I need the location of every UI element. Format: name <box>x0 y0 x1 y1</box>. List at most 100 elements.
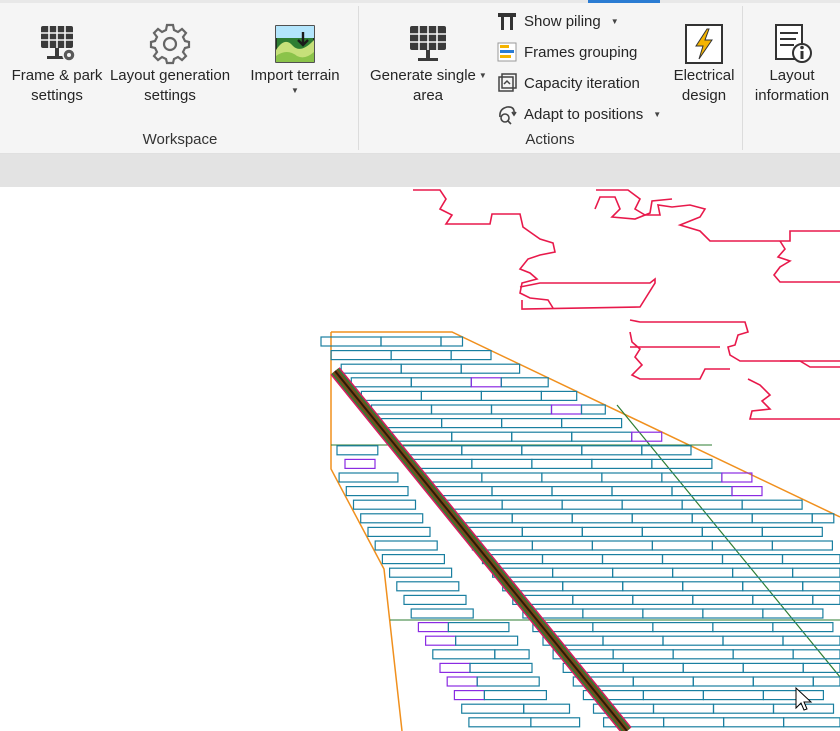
frame-row-segment <box>681 499 743 510</box>
adapt-to-positions-dropdown-icon[interactable]: ▼ <box>653 110 661 119</box>
frame-row-segment <box>491 486 553 497</box>
frame-row-segment <box>791 567 840 578</box>
layout-information-button[interactable]: Layout information <box>748 22 836 106</box>
gear-icon <box>149 23 191 65</box>
frame-row-segment <box>460 363 521 374</box>
frame-row-segment <box>401 445 463 456</box>
layout-generation-settings-button[interactable]: Layout generation settings <box>106 22 234 106</box>
frame-row-segment <box>471 458 533 469</box>
frame-row-segment <box>461 703 525 714</box>
frame-row-segment <box>642 608 704 619</box>
layout-drawing[interactable] <box>0 187 840 731</box>
frame-row-segment <box>440 336 464 347</box>
frame-row-segment <box>420 390 482 401</box>
frame-row-segment <box>651 540 714 551</box>
frame-row-segment <box>582 608 644 619</box>
layout-generation-settings-label-2: settings <box>144 87 196 104</box>
frame-row-segment <box>432 649 496 660</box>
frame-row-segment <box>682 581 744 592</box>
frame-row-segment <box>651 458 713 469</box>
frame-row-segment <box>732 649 794 660</box>
frame-row-segment <box>802 581 840 592</box>
frame-row-segment <box>742 581 804 592</box>
mouse-cursor-icon <box>795 686 813 711</box>
frame-row-segment <box>551 567 614 578</box>
frame-row-segment <box>320 336 382 347</box>
frame-row-segment <box>721 472 753 483</box>
active-tab-indicator <box>588 0 660 3</box>
frame-row-segment <box>702 608 764 619</box>
frame-park-settings-button[interactable]: Frame & park settings <box>6 22 108 106</box>
workspace-group-label: Workspace <box>142 131 218 148</box>
frame-park-settings-label-1: Frame & park <box>11 67 103 84</box>
frame-row-segment <box>470 377 502 388</box>
frame-row-segment <box>701 526 763 537</box>
frame-row-segment <box>450 350 492 361</box>
frame-row-segment <box>731 567 794 578</box>
frame-row-segment <box>781 554 840 565</box>
frame-row-segment <box>722 717 785 728</box>
frames-grouping-button[interactable]: Frames grouping <box>496 40 637 64</box>
frame-row-segment <box>483 690 547 701</box>
terrain-contour-line <box>629 319 840 362</box>
frame-row-segment <box>782 717 840 728</box>
ribbon-top-border <box>0 0 840 3</box>
frame-row-segment <box>367 526 431 537</box>
frame-row-segment <box>381 554 445 565</box>
frame-row-segment <box>453 690 485 701</box>
capacity-iteration-button[interactable]: Capacity iteration <box>496 71 640 95</box>
terrain-contour-line <box>596 189 840 242</box>
frame-row-segment <box>622 581 684 592</box>
frame-row-segment <box>561 499 623 510</box>
import-terrain-dropdown-icon[interactable]: ▼ <box>244 87 346 95</box>
show-piling-button[interactable]: Show piling ▼ <box>496 9 619 33</box>
electrical-design-label-2: design <box>681 87 727 104</box>
frame-row-segment <box>410 377 472 388</box>
import-terrain-button[interactable]: Import terrain ▼ <box>244 22 346 95</box>
group-divider <box>358 6 359 150</box>
generate-single-area-dropdown-icon[interactable]: ▼ <box>479 71 487 80</box>
frame-row-segment <box>391 431 453 442</box>
frame-row-segment <box>417 622 449 633</box>
frame-row-segment <box>661 472 723 483</box>
frame-row-segment <box>531 458 593 469</box>
frame-row-segment <box>511 431 573 442</box>
adapt-to-positions-label: Adapt to positions <box>524 105 644 123</box>
frame-row-segment <box>581 445 643 456</box>
electrical-design-button[interactable]: Electrical design <box>668 22 740 106</box>
frame-row-segment <box>403 594 467 605</box>
frame-row-segment <box>631 513 693 524</box>
frame-row-segment <box>481 472 543 483</box>
frame-row-segment <box>580 404 606 415</box>
frame-row-segment <box>344 458 376 469</box>
frame-row-segment <box>691 513 753 524</box>
adapt-to-positions-button[interactable]: Adapt to positions ▼ <box>496 102 661 126</box>
show-piling-dropdown-icon[interactable]: ▼ <box>611 17 619 26</box>
frame-row-segment <box>446 676 478 687</box>
frame-row-segment <box>722 635 784 646</box>
frame-row-segment <box>662 635 724 646</box>
frame-row-segment <box>652 703 715 714</box>
frame-row-segment <box>571 513 633 524</box>
frame-row-segment <box>389 567 453 578</box>
frame-row-segment <box>560 418 623 429</box>
frame-row-segment <box>671 486 733 497</box>
import-terrain-label: Import terrain <box>250 67 340 84</box>
frame-row-segment <box>451 431 513 442</box>
frame-row-segment <box>562 581 624 592</box>
terrain-contour-line <box>629 331 730 380</box>
frame-row-segment <box>692 676 754 687</box>
generate-single-area-button[interactable]: Generate single ▼ area <box>370 22 487 106</box>
frame-row-segment <box>742 662 804 673</box>
adapt-positions-icon <box>499 106 517 125</box>
frame-row-segment <box>501 418 563 429</box>
frame-row-segment <box>632 676 694 687</box>
piling-icon <box>498 13 516 30</box>
frame-row-segment <box>712 622 774 633</box>
frame-row-segment <box>441 418 503 429</box>
frame-row-segment <box>374 540 438 551</box>
layout-canvas[interactable] <box>0 187 840 731</box>
frame-row-segment <box>523 703 571 714</box>
frame-row-segment <box>641 445 692 456</box>
frame-row-segment <box>652 622 714 633</box>
